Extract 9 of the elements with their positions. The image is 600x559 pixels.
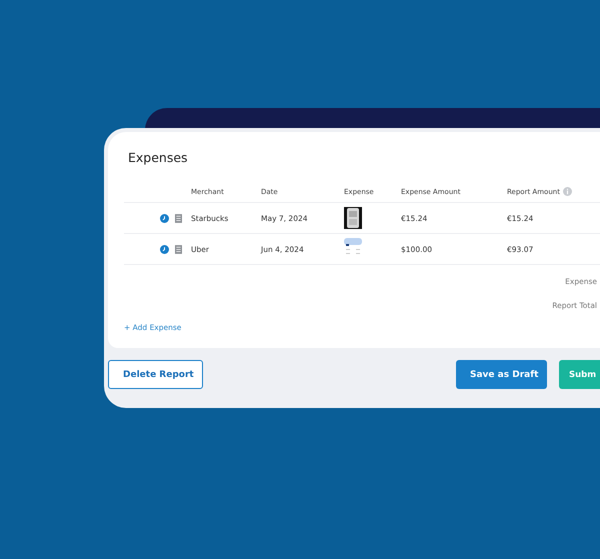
clock-icon [160,214,169,222]
document-icon [175,214,182,222]
save-button[interactable]: Save as Draft [456,360,547,389]
delete-button[interactable]: Delete Report [108,360,203,389]
section-title: Expenses [128,150,189,165]
document-icon [175,244,182,254]
submit-button[interactable]: Subm [559,360,600,389]
clock-icon [160,244,169,254]
info-icon [562,187,572,196]
